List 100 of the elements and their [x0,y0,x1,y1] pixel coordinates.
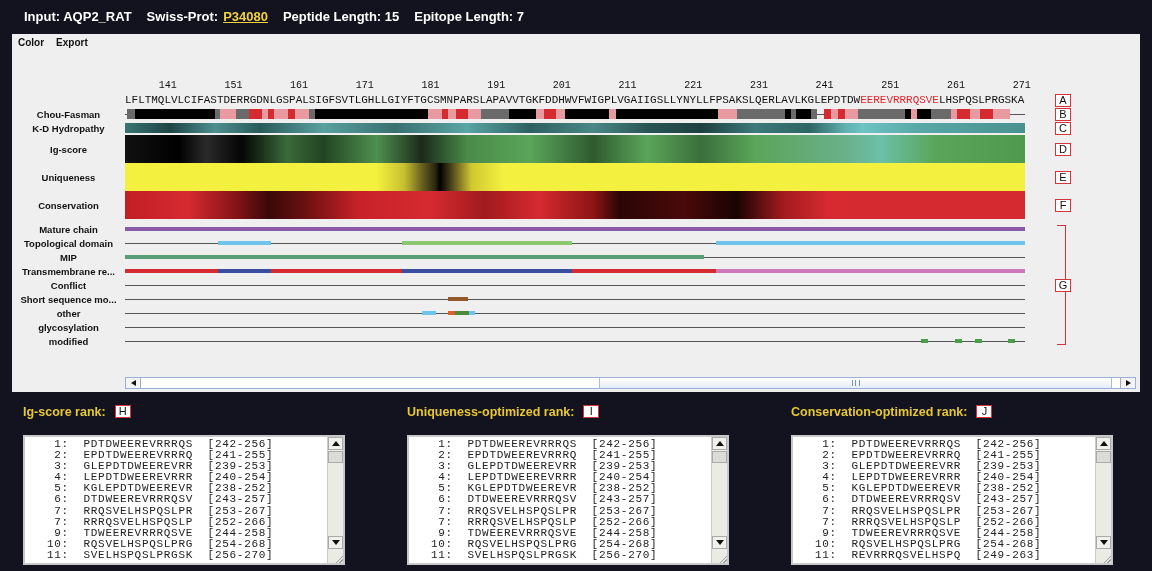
menu-item[interactable]: Color [18,36,45,48]
ruler-number: 141 [158,80,177,91]
rank-row[interactable]: 11: SVELHSPQSLPRGSK [256-270] [431,549,711,562]
scrollbar-thumb[interactable] [1096,451,1111,463]
ruler-number: 251 [881,80,900,91]
rank-row[interactable]: 11: REVRRRQSVELHSPQ [249-263] [815,549,1095,562]
ruler-number: 201 [552,80,571,91]
rank-row[interactable]: 7: RRRQSVELHSPQSLP [252-266] [815,516,1095,528]
track-label: Conservation [37,198,100,213]
scrollbar-thumb[interactable] [712,451,727,463]
ruler-number: 161 [290,80,309,91]
rank-row[interactable]: 1: PDTDWEEREVRRRQS [242-256] [47,439,327,451]
scroll-up-button[interactable] [1096,437,1111,450]
track-marker: D [1055,142,1071,156]
rank-title: Uniqueness-optimized rank: [407,404,575,419]
rank-row[interactable]: 9: TDWEEREVRRRQSVE [244-258] [47,527,327,539]
swissprot-label: Swiss-Prot: [146,9,219,24]
track-label: Ig-score [49,142,88,157]
vertical-scrollbar[interactable] [1095,437,1111,563]
rank-row[interactable]: 4: LEPDTDWEEREVRRR [240-254] [431,472,711,484]
rank-list[interactable] [791,435,1113,565]
rank-row[interactable]: 5: KGLEPDTDWEEREVR [238-252] [815,483,1095,495]
rank-row[interactable]: 1: PDTDWEEREVRRRQS [242-256] [431,439,711,451]
scrollbar-thumb[interactable] [328,451,343,463]
scrollbar-thumb[interactable] [599,378,1112,388]
up-arrow-icon [331,441,340,446]
rank-row[interactable]: 9: TDWEEREVRRRQSVE [244-258] [431,527,711,539]
rank-row[interactable]: 5: KGLEPDTDWEEREVR [238-252] [47,483,327,495]
rank-row[interactable]: 4: LEPDTDWEEREVRRR [240-254] [815,472,1095,484]
scroll-up-button[interactable] [328,437,343,450]
rank-row[interactable]: 1: PDTDWEEREVRRRQS [242-256] [815,439,1095,451]
peptide-length: Peptide Length: 15 [282,9,400,24]
down-arrow-icon [331,540,340,545]
rank-row[interactable]: 10: RQSVELHSPQSLPRG [254-268] [815,538,1095,550]
scroll-up-button[interactable] [712,437,727,450]
horizontal-scrollbar[interactable] [125,377,1136,389]
rank-list[interactable] [407,435,729,565]
feature-label: Short sequence mo... [19,292,118,306]
rank-marker: H [114,405,131,418]
rank-row[interactable]: 10: RQSVELHSPQSLPRG [254-268] [47,538,327,550]
rank-row[interactable]: 6: DTDWEEREVRRRQSV [243-257] [431,494,711,506]
rank-row[interactable]: 3: GLEPDTDWEEREVRR [239-253] [47,461,327,473]
track-marker: E [1055,170,1071,184]
rank-row[interactable]: 7: RRQSVELHSPQSLPR [253-267] [815,505,1095,517]
left-arrow-icon [130,380,136,386]
ruler-number: 221 [684,80,703,91]
track-marker: B [1055,107,1071,121]
ruler-number: 271 [1012,80,1031,91]
scroll-down-button[interactable] [328,536,343,549]
rank-row[interactable]: 9: TDWEEREVRRRQSVE [244-258] [815,527,1095,539]
accession-link[interactable]: P34080 [223,9,268,24]
sequence-text: LFLTMQLVLCIFASTDERRGDNLGSPALSIGFSVTLGHLLGIYFTGCSMNPARSLAPAVVTGKFDDHWVFWIGPLVGAIIGSLLYNYLLFPSAKSLQERLAVLKGLEPDTDWEEREVRRRQSVELHSPQSLPRGSKA [125,93,1025,107]
rank-row[interactable]: 7: RRQSVELHSPQSLPR [253-267] [47,505,327,517]
feature-label: Transmembrane re... [21,264,116,278]
scroll-right-button[interactable] [1120,378,1135,388]
rank-row[interactable]: 10: RQSVELHSPQSLPRG [254-268] [431,538,711,550]
feature-label: glycosylation [37,320,100,334]
track-marker: F [1055,198,1071,212]
grip-icon [851,380,860,386]
track-label: Chou-Fasman [35,107,102,121]
rank-row[interactable]: 7: RRRQSVELHSPQSLP [252-266] [47,516,327,528]
feature-label: MIP [59,250,78,264]
scroll-left-button[interactable] [126,378,141,388]
rank-row[interactable]: 6: DTDWEEREVRRRQSV [243-257] [47,494,327,506]
input-name: Input: AQP2_RAT [24,9,132,24]
rank-row[interactable]: 3: GLEPDTDWEEREVRR [239-253] [431,461,711,473]
ruler-number: 261 [947,80,965,91]
rank-row[interactable]: 6: DTDWEEREVRRRQSV [243-257] [815,494,1095,506]
feature-label: Mature chain [38,222,99,236]
rank-list[interactable] [23,435,345,565]
epitope-length: Epitope Length: 7 [414,9,525,24]
rank-row[interactable]: 5: KGLEPDTDWEEREVR [238-252] [431,483,711,495]
rank-marker: J [976,405,993,418]
feature-label: Conflict [49,278,88,292]
rank-row[interactable]: 3: GLEPDTDWEEREVRR [239-253] [815,461,1095,473]
rank-row[interactable]: 4: LEPDTDWEEREVRRR [240-254] [47,472,327,484]
scroll-down-button[interactable] [712,536,727,549]
ruler-number: 241 [815,80,834,91]
rank-title: Conservation-optimized rank: [791,404,968,419]
up-arrow-icon [1099,441,1108,446]
ruler-number: 191 [487,80,506,91]
rank-row[interactable]: 7: RRRQSVELHSPQSLP [252-266] [431,516,711,528]
up-arrow-icon [715,441,724,446]
down-arrow-icon [715,540,724,545]
scroll-down-button[interactable] [1096,536,1111,549]
down-arrow-icon [1099,540,1108,545]
vertical-scrollbar[interactable] [711,437,727,563]
ruler-number: 211 [618,80,637,91]
vertical-scrollbar[interactable] [327,437,343,563]
sequence-marker: A [1055,93,1071,107]
ruler-number: 181 [421,80,440,91]
rank-marker: I [583,405,600,418]
rank-row[interactable]: 2: EPDTDWEEREVRRRQ [241-255] [47,450,327,462]
feature-label: Topological domain [23,236,114,250]
rank-row[interactable]: 7: RRQSVELHSPQSLPR [253-267] [431,505,711,517]
rank-row[interactable]: 2: EPDTDWEEREVRRRQ [241-255] [431,450,711,462]
rank-row[interactable]: 11: SVELHSPQSLPRGSK [256-270] [47,549,327,562]
features-marker: G [1055,278,1071,292]
rank-row[interactable]: 2: EPDTDWEEREVRRRQ [241-255] [815,450,1095,462]
menu-item[interactable]: Export [56,36,88,48]
